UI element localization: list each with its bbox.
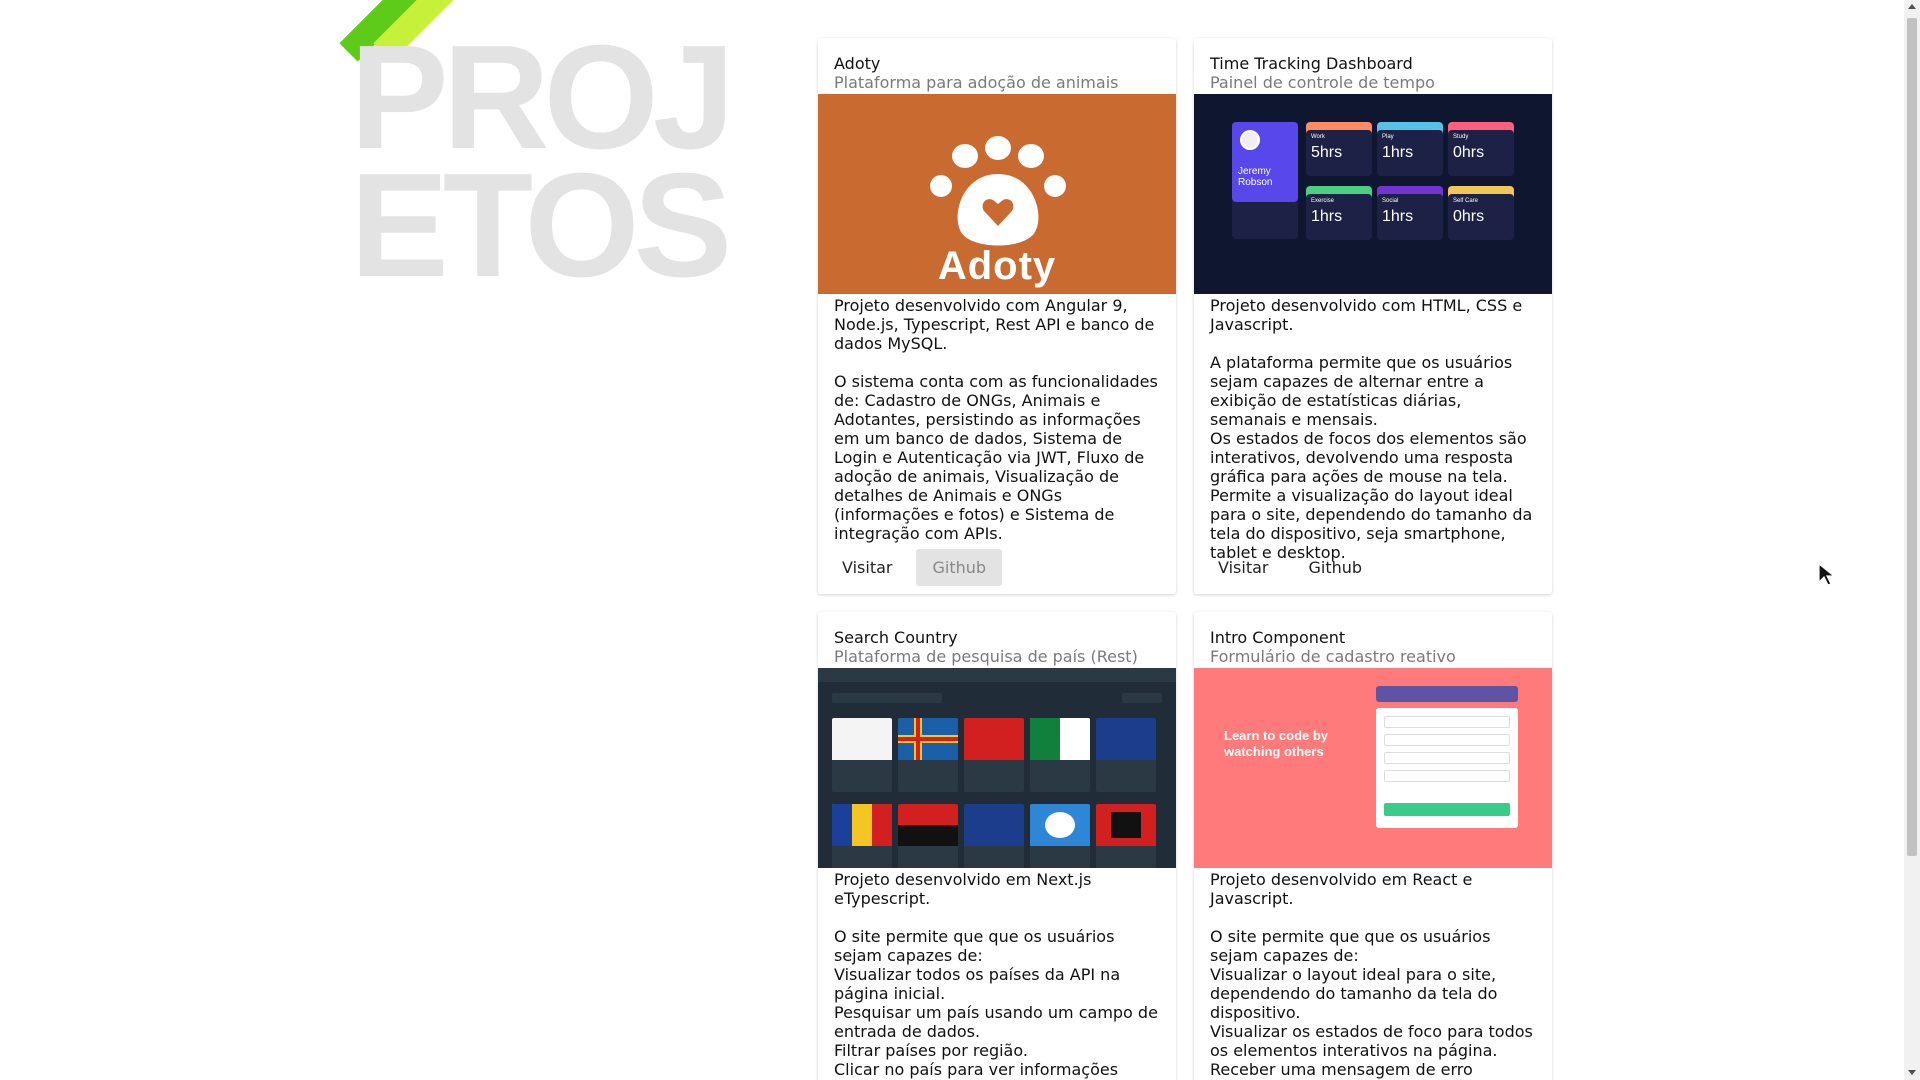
page-scrollbar[interactable]	[1904, 0, 1920, 1080]
section-title-line2: ETOS	[350, 143, 732, 308]
dashboard-tile: Social 1hrs	[1377, 186, 1443, 240]
intro-form-preview	[1376, 708, 1518, 828]
scroll-up-arrow-icon[interactable]	[1908, 4, 1916, 9]
dashboard-tile: Play 1hrs	[1377, 122, 1443, 176]
visit-button[interactable]: Visitar	[1202, 549, 1284, 586]
card-description: Projeto desenvolvido em React e Javascri…	[1210, 870, 1533, 1080]
page: PROJ ETOS Adoty Plataforma para adoção d…	[0, 0, 1904, 1080]
project-card-intro-component: Intro Component Formulário de cadastro r…	[1194, 612, 1552, 1080]
card-title: Search Country	[834, 628, 958, 647]
github-button[interactable]: Github	[1292, 549, 1378, 586]
card-description: Projeto desenvolvido com HTML, CSS e Jav…	[1210, 296, 1533, 562]
card-subtitle: Plataforma de pesquisa de país (Rest)	[834, 647, 1138, 666]
card-subtitle: Formulário de cadastro reativo	[1210, 647, 1456, 666]
project-card-time-tracking: Time Tracking Dashboard Painel de contro…	[1194, 38, 1552, 594]
card-title: Time Tracking Dashboard	[1210, 54, 1413, 73]
adoty-logo-text: Adoty	[937, 244, 1057, 288]
card-subtitle: Painel de controle de tempo	[1210, 73, 1435, 92]
dashboard-tile: Self Care 0hrs	[1448, 186, 1514, 240]
dashboard-tile: Exercise 1hrs	[1306, 186, 1372, 240]
intro-heading: Learn to code by watching others	[1224, 728, 1329, 759]
dashboard-profile: Jeremy Robson	[1232, 122, 1298, 239]
card-description: Projeto desenvolvido em Next.js eTypescr…	[834, 870, 1158, 1080]
dashboard-tile: Study 0hrs	[1448, 122, 1514, 176]
project-image: Adoty	[818, 94, 1176, 294]
project-card-search-country: Search Country Plataforma de pesquisa de…	[818, 612, 1176, 1080]
project-image: Learn to code by watching others	[1194, 668, 1552, 868]
card-description: Projeto desenvolvido com Angular 9, Node…	[834, 296, 1158, 543]
section-title: PROJ ETOS	[350, 24, 735, 308]
visit-button[interactable]: Visitar	[826, 549, 908, 586]
scroll-down-arrow-icon[interactable]	[1908, 1070, 1916, 1075]
card-title: Intro Component	[1210, 628, 1346, 647]
project-image: Jeremy Robson Work 5hrs Play 1hrs Study …	[1194, 94, 1552, 294]
github-button[interactable]: Github	[916, 549, 1003, 586]
paw-logo-icon	[930, 136, 1066, 246]
project-image	[818, 668, 1176, 868]
scroll-thumb[interactable]	[1907, 18, 1917, 856]
card-title: Adoty	[834, 54, 881, 73]
avatar	[1240, 130, 1260, 150]
profile-name: Jeremy Robson	[1238, 166, 1273, 188]
mouse-cursor-icon	[1818, 562, 1836, 586]
project-card-adoty: Adoty Plataforma para adoção de animais …	[818, 38, 1176, 594]
dashboard-tile: Work 5hrs	[1306, 122, 1372, 176]
card-subtitle: Plataforma para adoção de animais	[834, 73, 1119, 92]
